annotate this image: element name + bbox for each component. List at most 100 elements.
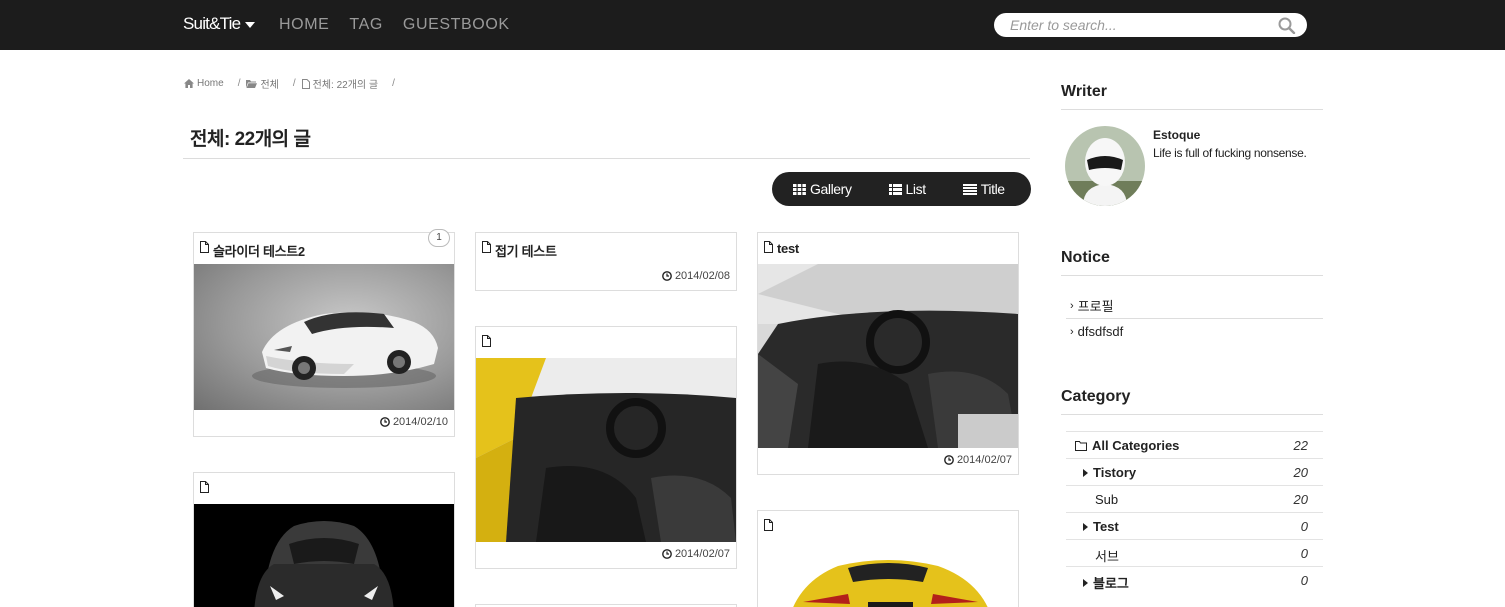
black-car-front-image <box>254 521 394 607</box>
breadcrumb-separator: / <box>237 78 241 89</box>
post-date: 2014/02/07 <box>944 454 1012 466</box>
notice-item-label: dfsdfsdf <box>1077 324 1124 339</box>
yellow-car-interior-image <box>476 358 736 542</box>
post-card-header <box>194 473 454 504</box>
stig-helmet-avatar-image <box>1065 126 1145 206</box>
category-count: 0 <box>1300 573 1308 588</box>
notice-heading: Notice <box>1061 249 1110 266</box>
post-card-header: test <box>758 233 1018 264</box>
page-title: 전체: 22개의 글 <box>190 129 311 150</box>
search-box <box>994 13 1307 37</box>
title-divider <box>183 158 1030 159</box>
post-date: 2014/02/08 <box>662 270 730 282</box>
category-item-test[interactable]: Test 0 <box>1066 512 1323 539</box>
writer-heading: Writer <box>1061 83 1107 100</box>
nav-guestbook[interactable]: GUESTBOOK <box>403 16 510 34</box>
breadcrumb-separator: / <box>392 78 395 89</box>
grid-icon <box>793 183 806 195</box>
file-icon <box>482 241 491 253</box>
writer-bio: Life is full of fucking nonsense. <box>1153 146 1307 160</box>
gallery-view-button[interactable]: Gallery <box>793 181 852 197</box>
category-count: 0 <box>1300 546 1308 561</box>
clock-icon <box>662 271 672 281</box>
chevron-right-icon: › <box>1070 325 1074 338</box>
writer-name[interactable]: Estoque <box>1153 128 1200 142</box>
top-navbar: Suit&Tie HOME TAG GUESTBOOK <box>0 0 1505 50</box>
category-item-sub[interactable]: Sub 20 <box>1066 485 1323 512</box>
post-card-header <box>476 327 736 358</box>
caret-down-icon <box>245 21 256 28</box>
category-item-all[interactable]: All Categories 22 <box>1066 431 1323 458</box>
post-thumbnail[interactable] <box>476 358 736 542</box>
breadcrumb-category-label: 전체 <box>260 80 279 91</box>
category-item-tistory[interactable]: Tistory 20 <box>1066 458 1323 485</box>
nav-home[interactable]: HOME <box>279 16 329 34</box>
post-card[interactable]: 2014/02/07 <box>475 326 737 569</box>
file-icon <box>764 241 773 253</box>
post-card[interactable] <box>193 472 455 607</box>
post-thumbnail[interactable] <box>758 542 1018 607</box>
category-item-blog[interactable]: 블로그 0 <box>1066 566 1323 593</box>
main-nav: HOME TAG GUESTBOOK <box>279 16 530 34</box>
notice-item[interactable]: › 프로필 <box>1070 296 1114 315</box>
breadcrumb-home-label: Home <box>197 78 224 89</box>
list-icon <box>888 183 902 195</box>
category-label: 블로그 <box>1093 576 1129 591</box>
file-icon <box>200 241 209 253</box>
folder-open-icon <box>1075 440 1087 451</box>
category-heading: Category <box>1061 388 1131 405</box>
post-date-text: 2014/02/07 <box>674 548 730 560</box>
list-view-button[interactable]: List <box>888 181 927 197</box>
chevron-right-icon: › <box>1070 299 1074 312</box>
category-count: 20 <box>1293 492 1308 507</box>
post-card[interactable]: test 2014/02/07 <box>757 232 1019 475</box>
breadcrumb-separator: / <box>292 78 296 89</box>
caret-right-icon[interactable] <box>1083 468 1088 477</box>
brand-menu[interactable]: Suit&Tie <box>183 14 256 34</box>
breadcrumb-category[interactable]: 전체 <box>246 76 279 91</box>
post-date: 2014/02/07 <box>662 548 730 560</box>
caret-right-icon[interactable] <box>1083 578 1088 587</box>
post-thumbnail[interactable] <box>194 504 454 607</box>
category-count: 22 <box>1293 438 1308 453</box>
category-label: Test <box>1093 519 1119 534</box>
post-thumbnail[interactable] <box>758 264 1018 448</box>
file-icon <box>301 78 310 89</box>
nav-tag[interactable]: TAG <box>349 16 383 34</box>
breadcrumb-home[interactable]: Home <box>184 78 224 89</box>
notice-item-divider <box>1066 318 1323 319</box>
category-label: 서브 <box>1095 549 1119 564</box>
notice-item-label: 프로필 <box>1077 299 1114 314</box>
post-card[interactable] <box>757 510 1019 607</box>
home-icon <box>184 79 194 88</box>
clock-icon <box>944 455 954 465</box>
post-title[interactable]: 접기 테스트 <box>495 241 557 260</box>
search-icon[interactable] <box>1278 17 1296 39</box>
category-count: 20 <box>1293 465 1308 480</box>
caret-right-icon[interactable] <box>1083 522 1088 531</box>
title-view-button[interactable]: Title <box>962 181 1005 197</box>
breadcrumb: Home / 전체 / 전체: 22개의 글 / <box>184 76 401 91</box>
notice-divider <box>1061 275 1323 276</box>
post-title[interactable]: test <box>777 241 799 256</box>
category-count: 0 <box>1300 519 1308 534</box>
yellow-car-rear-image <box>793 560 988 607</box>
breadcrumb-current-label: 전체: 22개의 글 <box>312 80 379 91</box>
file-icon <box>482 335 491 347</box>
post-title[interactable]: 슬라이더 테스트2 <box>213 241 305 260</box>
clock-icon <box>662 549 672 559</box>
clock-icon <box>380 417 390 427</box>
category-label: Sub <box>1095 492 1119 507</box>
post-date-text: 2014/02/08 <box>674 270 730 282</box>
post-card[interactable]: 접기 테스트 2014/02/08 <box>475 232 737 291</box>
search-input[interactable] <box>1010 16 1270 34</box>
file-icon <box>764 519 773 531</box>
post-card[interactable]: 1 슬라이더 테스트2 2014/02/10 <box>193 229 455 437</box>
notice-item[interactable]: › dfsdfsdf <box>1070 324 1123 339</box>
writer-divider <box>1061 109 1323 110</box>
list-label: List <box>905 181 927 197</box>
avatar[interactable] <box>1065 126 1145 206</box>
post-thumbnail[interactable] <box>194 264 454 410</box>
category-item-seobeu[interactable]: 서브 0 <box>1066 539 1323 566</box>
post-date: 2014/02/10 <box>380 416 448 428</box>
